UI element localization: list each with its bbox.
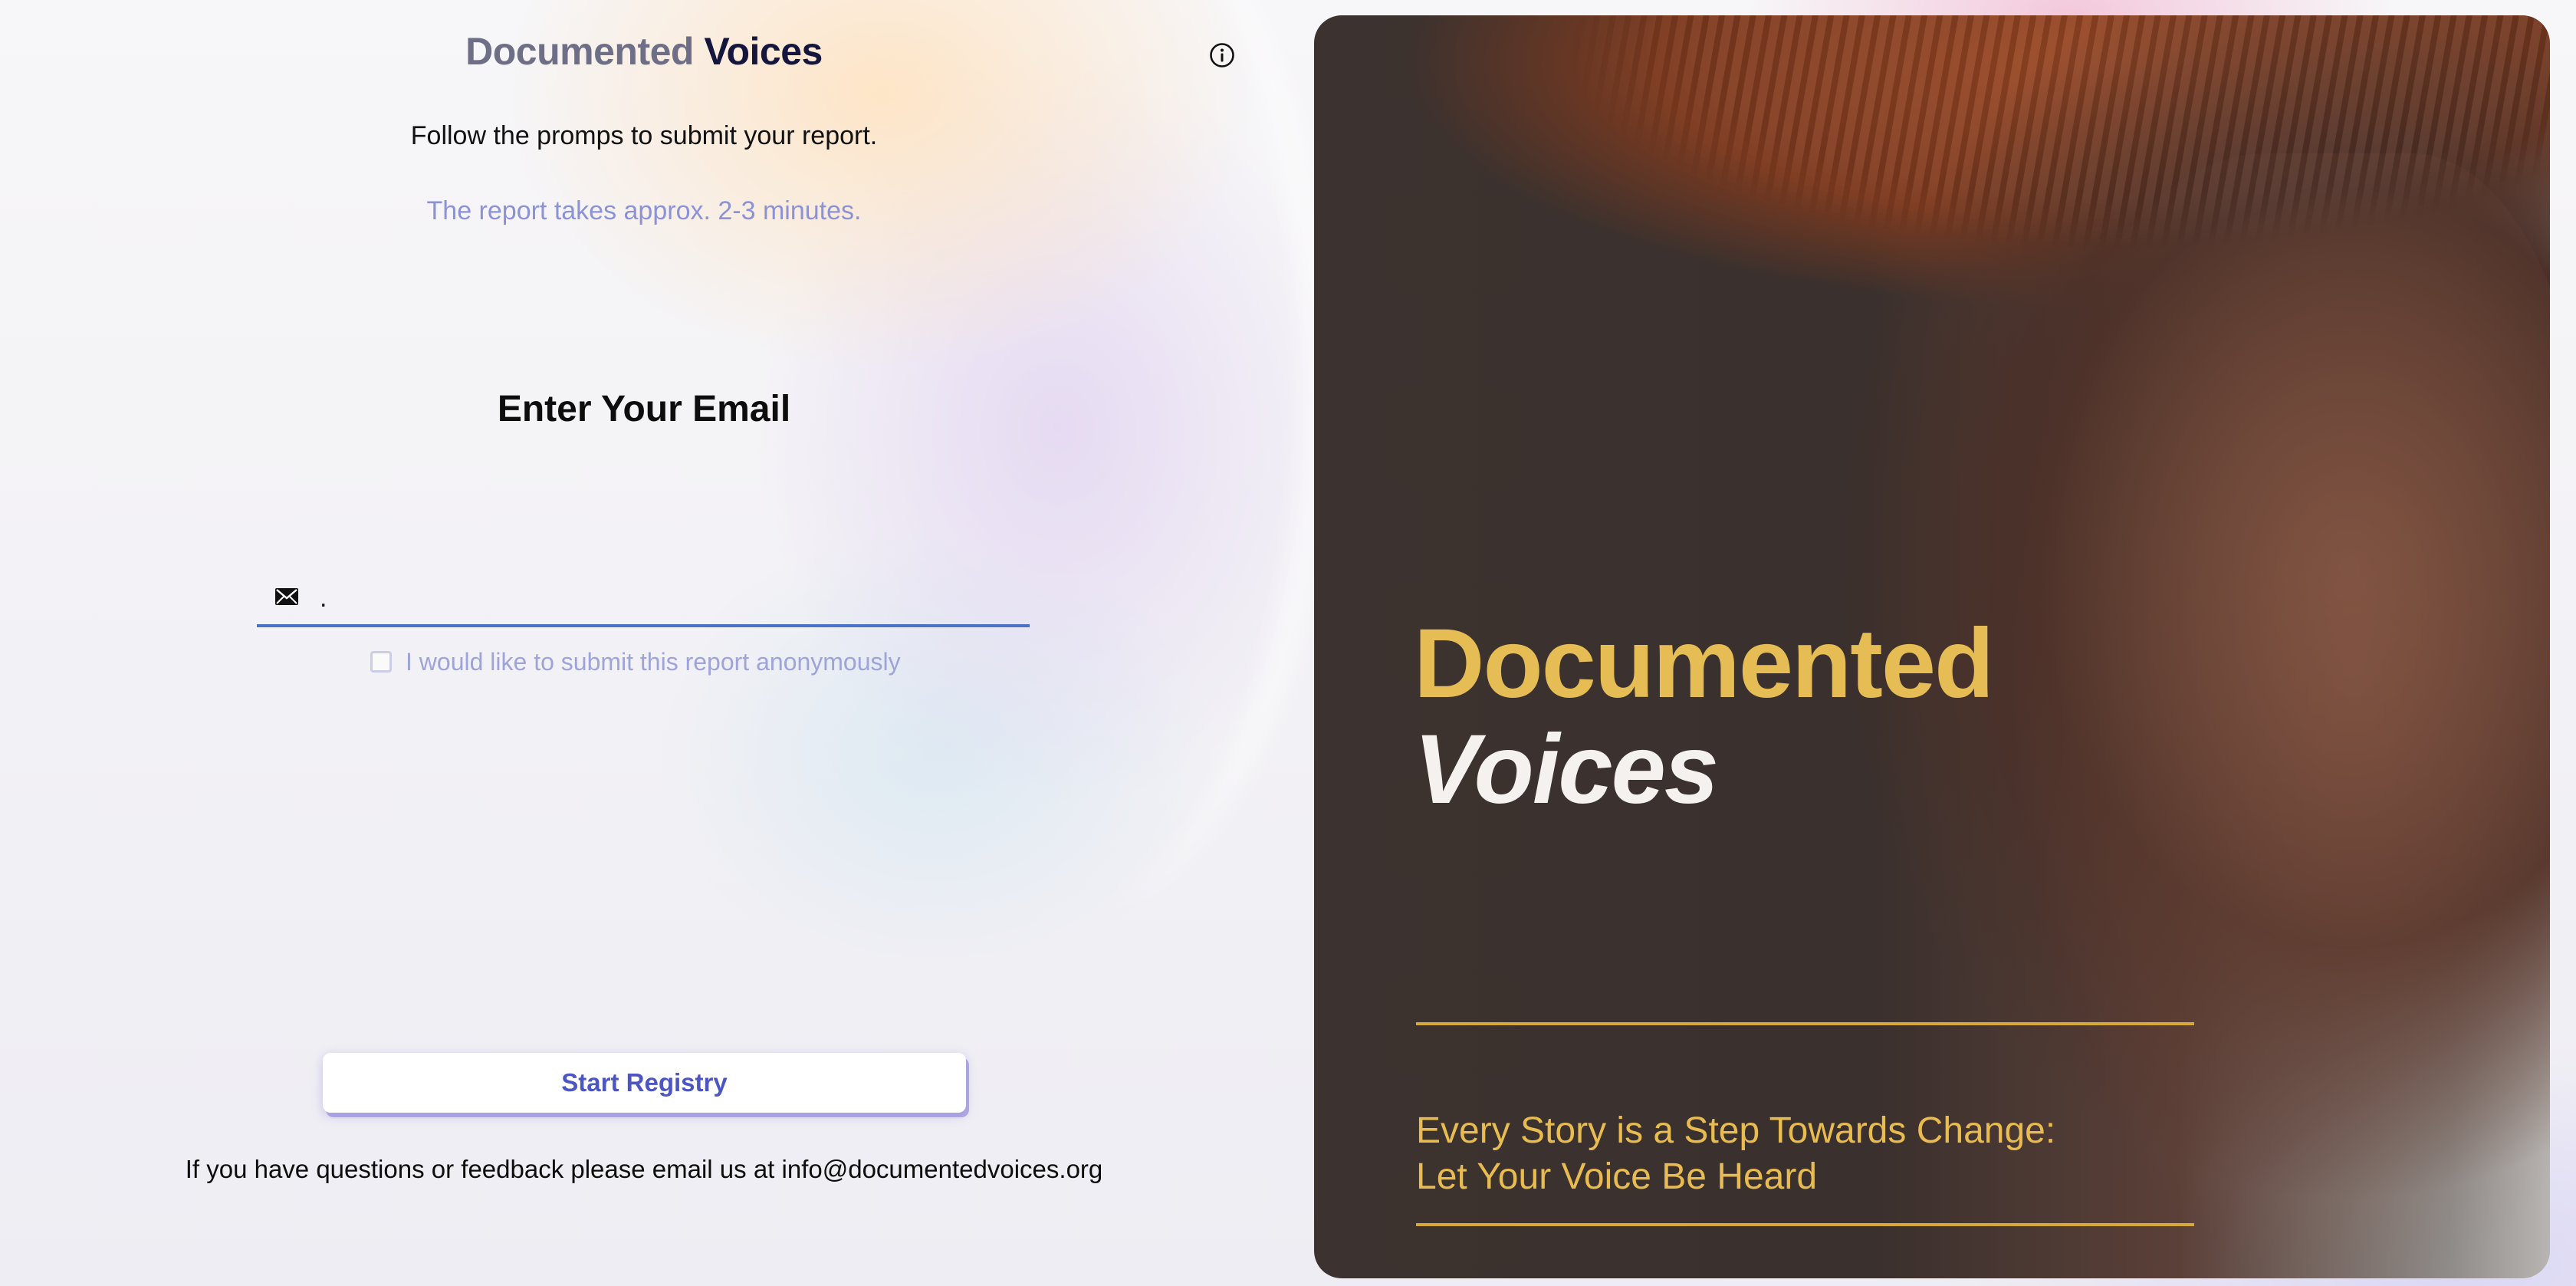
brand-logo: Documented Voices (0, 29, 1288, 74)
brand-word-voices: Voices (704, 30, 823, 73)
anonymous-label[interactable]: I would like to submit this report anony… (406, 648, 901, 676)
contact-note: If you have questions or feedback please… (185, 1155, 1103, 1183)
hero-title-line2: Voices (1414, 715, 1719, 824)
hero-title: Documented Voices (1414, 609, 1994, 824)
registration-panel: Documented Voices Follow the promps to s… (0, 0, 1288, 1286)
anonymous-checkbox[interactable] (370, 651, 392, 673)
hero-tagline-line1: Every Story is a Step Towards Change: (1416, 1110, 2056, 1151)
duration-text: The report takes approx. 2-3 minutes. (426, 196, 862, 225)
page-title: Enter Your Email (497, 389, 791, 429)
email-field[interactable] (257, 574, 1030, 627)
hero-image-panel: Documented Voices Every Story is a Step … (1314, 15, 2550, 1278)
hero-tagline: Every Story is a Step Towards Change: Le… (1416, 1108, 2259, 1200)
anonymous-option[interactable]: I would like to submit this report anony… (370, 646, 901, 677)
info-icon[interactable] (1209, 42, 1235, 68)
mail-icon (275, 588, 298, 605)
hero-tagline-line2: Let Your Voice Be Heard (1416, 1156, 1818, 1197)
brand-word-documented: Documented (465, 30, 694, 73)
email-input[interactable] (318, 578, 1011, 618)
hero-title-line1: Documented (1414, 609, 1994, 719)
start-registry-button[interactable]: Start Registry (323, 1053, 966, 1113)
divider-top (1416, 1022, 2194, 1025)
divider-bottom (1416, 1223, 2194, 1226)
instructions-text: Follow the promps to submit your report. (410, 121, 878, 150)
